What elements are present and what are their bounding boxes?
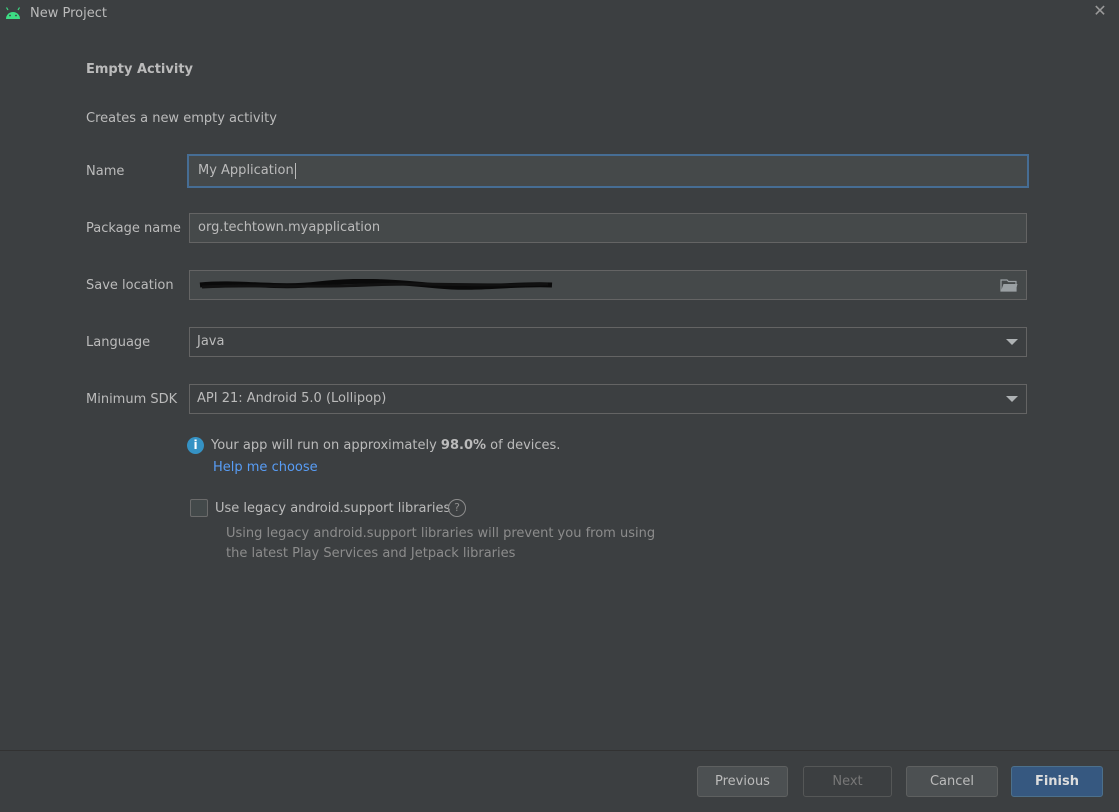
finish-button[interactable]: Finish — [1011, 766, 1103, 797]
coverage-percentage: 98.0% — [440, 438, 487, 453]
chevron-down-icon — [1006, 339, 1018, 345]
package-input[interactable]: org.techtown.myapplication — [189, 213, 1027, 243]
info-icon: i — [187, 437, 204, 454]
text-caret — [294, 162, 296, 179]
legacy-hint-line2: the latest Play Services and Jetpack lib… — [226, 546, 516, 561]
redaction-scribble — [199, 279, 553, 290]
package-label: Package name — [86, 221, 181, 236]
template-heading: Empty Activity — [86, 62, 194, 77]
help-me-choose-link[interactable]: Help me choose — [213, 460, 318, 475]
folder-icon[interactable] — [1000, 278, 1018, 292]
save-location-input[interactable] — [189, 270, 1027, 300]
chevron-down-icon — [1006, 396, 1018, 402]
save-location-label: Save location — [86, 278, 174, 293]
window-title: New Project — [30, 6, 107, 21]
legacy-support-checkbox[interactable] — [190, 499, 208, 517]
legacy-support-label[interactable]: Use legacy android.support libraries — [215, 501, 450, 516]
device-coverage-text: Your app will run on approximately 98.0%… — [211, 438, 561, 453]
name-label: Name — [86, 164, 125, 179]
previous-button[interactable]: Previous — [697, 766, 788, 797]
close-icon[interactable]: ✕ — [1091, 2, 1109, 20]
min-sdk-label: Minimum SDK — [86, 392, 178, 407]
question-icon[interactable]: ? — [448, 499, 466, 517]
name-value: My Application — [198, 163, 294, 178]
footer-divider — [0, 750, 1119, 751]
language-value: Java — [197, 334, 225, 349]
title-bar: New Project ✕ — [0, 0, 1119, 28]
language-label: Language — [86, 335, 151, 350]
android-icon — [5, 7, 21, 19]
name-input[interactable]: My Application — [187, 154, 1029, 188]
cancel-button[interactable]: Cancel — [906, 766, 998, 797]
min-sdk-select[interactable]: API 21: Android 5.0 (Lollipop) — [189, 384, 1027, 414]
next-button[interactable]: Next — [803, 766, 892, 797]
language-select[interactable]: Java — [189, 327, 1027, 357]
min-sdk-value: API 21: Android 5.0 (Lollipop) — [197, 391, 387, 406]
template-description: Creates a new empty activity — [86, 111, 277, 126]
legacy-hint-line1: Using legacy android.support libraries w… — [226, 526, 656, 541]
package-value: org.techtown.myapplication — [198, 220, 381, 235]
